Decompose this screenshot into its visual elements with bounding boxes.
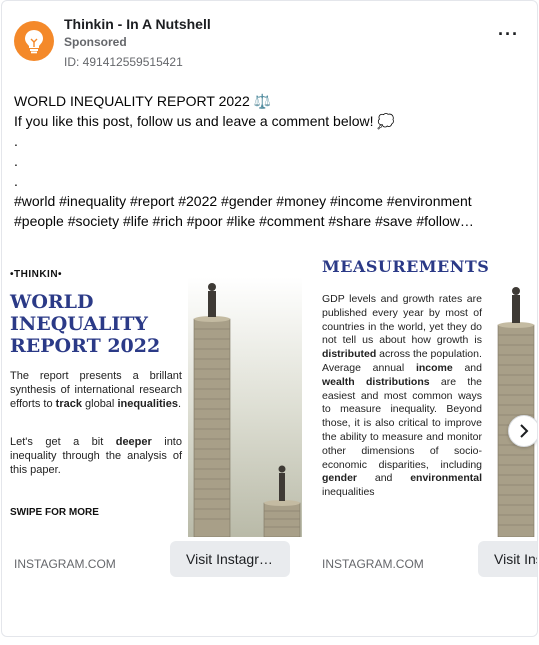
card-title-line: REPORT 2022 [10,335,161,357]
visit-instagram-button[interactable]: Visit Ins [478,541,537,577]
body-bold: income [415,361,453,374]
coin-stack-illustration [494,277,537,537]
body-text: across the population. [376,348,482,361]
chevron-right-icon [520,424,529,438]
carousel-card-image[interactable]: •THINKIN• WORLD INEQUALITY REPORT 2022 T… [2,239,302,537]
card-title: MEASUREMENTS [322,257,490,276]
caption-line: . [14,133,18,149]
link-domain[interactable]: INSTAGRAM.COM [14,557,116,571]
body-text: and [357,472,411,485]
caption-line: If you like this post, follow us and lea… [14,113,395,129]
body-bold: inequalities [117,398,178,410]
caption-line: . [14,173,18,189]
body-text: inequalities [322,486,375,499]
carousel-card-image[interactable]: MEASUREMENTS GDP levels and growth rates… [310,239,537,537]
visit-instagram-button[interactable]: Visit Instagr… [170,541,290,577]
ad-id-label: ID: 491412559515421 [64,55,183,69]
more-options-icon: ··· [498,24,519,44]
caption-hashtags: #world #inequality #report #2022 #gender… [14,193,472,209]
card-body: Let's get a bit deeper into inequality t… [10,435,182,477]
body-text: are the easiest and most common ways to … [322,375,482,471]
body-text: GDP levels and growth rates are publishe… [322,293,482,347]
caption-line: . [14,153,18,169]
carousel-next-button[interactable] [508,415,537,447]
page-avatar[interactable] [14,21,54,61]
card-body: GDP levels and growth rates are publishe… [322,293,482,500]
card-body: The report presents a brillant synthesis… [10,369,182,411]
body-bold: gender [322,472,358,485]
caption-line: WORLD INEQUALITY REPORT 2022 ⚖️ [14,93,272,109]
body-bold: track [55,398,82,410]
more-options-button[interactable]: ··· [498,25,519,43]
sponsored-label[interactable]: Sponsored [64,35,127,49]
caption-hashtags: #people #society #life #rich #poor #like… [14,213,474,229]
body-text: global [81,398,118,410]
brand-label: •THINKIN• [10,269,63,280]
body-text: and [452,361,482,374]
body-bold: distributed [322,348,377,361]
lightbulb-icon [25,30,43,54]
link-domain[interactable]: INSTAGRAM.COM [322,557,424,571]
body-bold: wealth distributions [322,375,430,388]
body-text: Let's get a bit [10,436,116,448]
body-text: . [177,398,182,410]
post-caption: WORLD INEQUALITY REPORT 2022 ⚖️ If you l… [14,91,514,231]
carousel-card[interactable]: MEASUREMENTS GDP levels and growth rates… [310,239,537,579]
coin-stacks-illustration [188,277,302,537]
page-name-link[interactable]: Thinkin - In A Nutshell [64,16,211,32]
body-bold: deeper [115,436,152,448]
card-title-line: INEQUALITY [10,313,148,335]
ad-carousel: •THINKIN• WORLD INEQUALITY REPORT 2022 T… [2,239,537,584]
card-title-line: WORLD [10,291,94,313]
sponsored-post: Thinkin - In A Nutshell Sponsored ID: 49… [1,0,538,637]
carousel-card[interactable]: •THINKIN• WORLD INEQUALITY REPORT 2022 T… [2,239,302,579]
card-title: WORLD INEQUALITY REPORT 2022 [10,291,160,357]
body-text: Average annual [322,361,416,374]
swipe-label: SWIPE FOR MORE [10,507,99,518]
body-bold: environmental [410,472,482,485]
